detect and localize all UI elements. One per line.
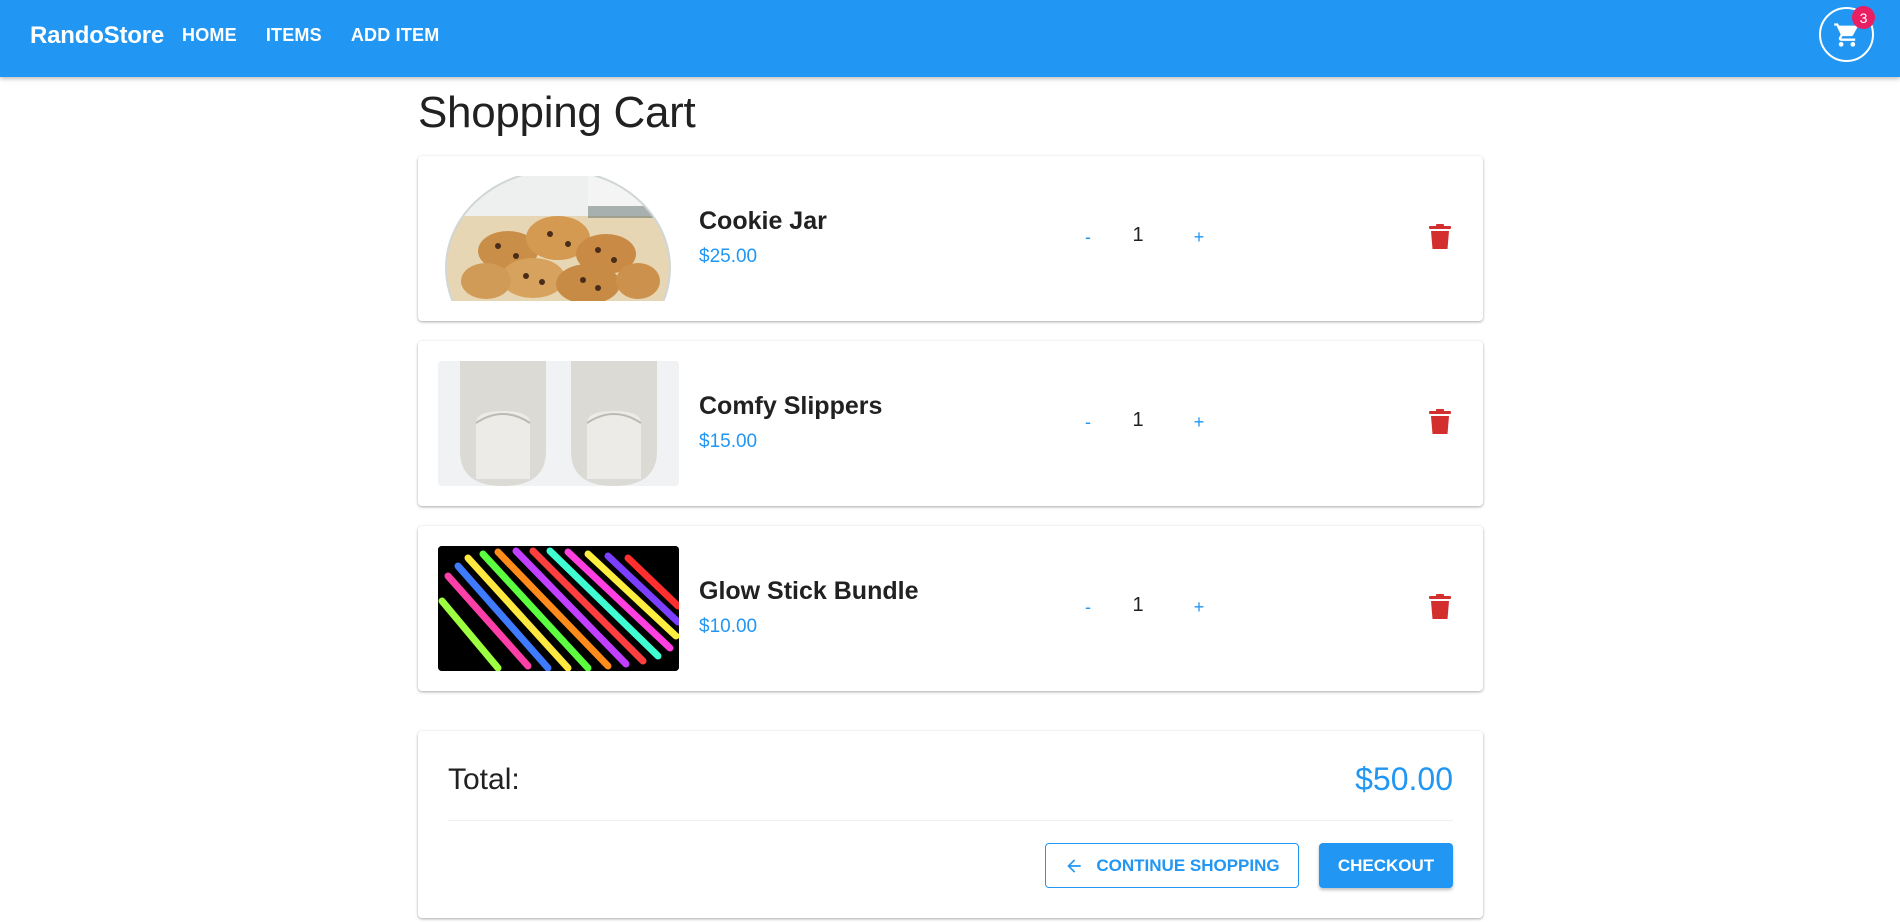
glow-sticks-image <box>438 546 679 671</box>
page-title: Shopping Cart <box>418 88 696 137</box>
nav-items[interactable]: ITEMS <box>266 25 322 46</box>
item-price: $15.00 <box>699 431 758 452</box>
item-price: $10.00 <box>699 616 758 637</box>
trash-icon <box>1429 409 1451 434</box>
quantity-value: 1 <box>1132 224 1144 246</box>
checkout-button[interactable]: CHECKOUT <box>1319 843 1453 888</box>
cookie-jar-image <box>438 176 679 301</box>
cart-count-badge: 3 <box>1852 6 1875 29</box>
slippers-image <box>438 361 679 486</box>
cart-item: Comfy Slippers $15.00 - 1 + <box>418 341 1483 506</box>
total-label: Total: <box>448 763 520 796</box>
cart-button[interactable]: 3 <box>1819 6 1875 62</box>
decrease-quantity-button[interactable]: - <box>1073 592 1103 622</box>
cart-item: Glow Stick Bundle $10.00 - 1 + <box>418 526 1483 691</box>
quantity-value: 1 <box>1132 594 1144 616</box>
cart-summary: Total: $50.00 CONTINUE SHOPPING CHECKOUT <box>418 731 1483 918</box>
nav-add-item[interactable]: ADD ITEM <box>351 25 440 46</box>
nav-home[interactable]: HOME <box>182 25 237 46</box>
increase-quantity-button[interactable]: + <box>1184 592 1214 622</box>
delete-button[interactable] <box>1423 590 1457 624</box>
delete-button[interactable] <box>1423 220 1457 254</box>
trash-icon <box>1429 224 1451 249</box>
brand-logo[interactable]: RandoStore <box>30 22 164 50</box>
divider <box>448 820 1453 821</box>
delete-button[interactable] <box>1423 405 1457 439</box>
main-nav: HOME ITEMS ADD ITEM <box>182 0 468 70</box>
app-bar: RandoStore HOME ITEMS ADD ITEM 3 <box>0 0 1900 77</box>
item-name[interactable]: Comfy Slippers <box>699 392 882 421</box>
continue-shopping-label: CONTINUE SHOPPING <box>1096 855 1280 875</box>
decrease-quantity-button[interactable]: - <box>1073 222 1103 252</box>
item-name[interactable]: Glow Stick Bundle <box>699 577 918 606</box>
decrease-quantity-button[interactable]: - <box>1073 407 1103 437</box>
arrow-left-icon <box>1067 858 1082 873</box>
quantity-value: 1 <box>1132 409 1144 431</box>
continue-shopping-button[interactable]: CONTINUE SHOPPING <box>1045 843 1299 888</box>
increase-quantity-button[interactable]: + <box>1184 407 1214 437</box>
total-value: $50.00 <box>1355 761 1453 797</box>
item-price: $25.00 <box>699 246 758 267</box>
increase-quantity-button[interactable]: + <box>1184 222 1214 252</box>
item-name[interactable]: Cookie Jar <box>699 207 827 236</box>
trash-icon <box>1429 594 1451 619</box>
cart-item: Cookie Jar $25.00 - 1 + <box>418 156 1483 321</box>
